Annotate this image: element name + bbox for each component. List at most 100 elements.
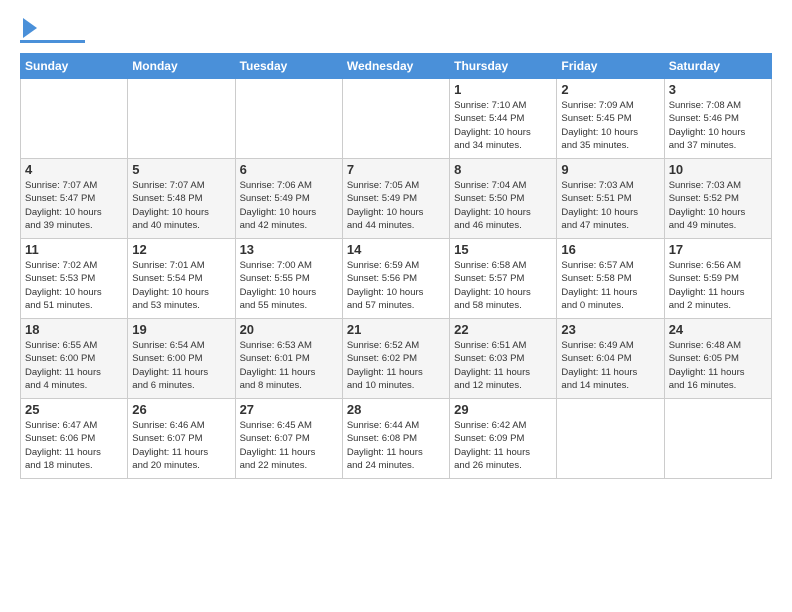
calendar-cell: 4 Sunrise: 7:07 AMSunset: 5:47 PMDaylight… (21, 159, 128, 239)
page-header (20, 20, 772, 43)
day-number: 7 (347, 162, 445, 177)
cell-info: Sunrise: 7:01 AMSunset: 5:54 PMDaylight:… (132, 259, 230, 312)
calendar-cell: 21 Sunrise: 6:52 AMSunset: 6:02 PMDayligh… (342, 319, 449, 399)
calendar-table: SundayMondayTuesdayWednesdayThursdayFrid… (20, 53, 772, 479)
calendar-cell: 3 Sunrise: 7:08 AMSunset: 5:46 PMDaylight… (664, 79, 771, 159)
calendar-cell: 15 Sunrise: 6:58 AMSunset: 5:57 PMDayligh… (450, 239, 557, 319)
logo-arrow-icon (23, 18, 37, 38)
day-number: 24 (669, 322, 767, 337)
day-number: 6 (240, 162, 338, 177)
calendar-cell: 13Sunrise: 7:00 AMSunset: 5:55 PMDayligh… (235, 239, 342, 319)
calendar-cell: 8 Sunrise: 7:04 AMSunset: 5:50 PMDaylight… (450, 159, 557, 239)
cell-info: Sunrise: 7:08 AMSunset: 5:46 PMDaylight:… (669, 99, 767, 152)
cell-info: Sunrise: 6:49 AMSunset: 6:04 PMDaylight:… (561, 339, 659, 392)
calendar-body: 1 Sunrise: 7:10 AMSunset: 5:44 PMDaylight… (21, 79, 772, 479)
day-number: 14 (347, 242, 445, 257)
cell-info: Sunrise: 7:00 AMSunset: 5:55 PMDaylight:… (240, 259, 338, 312)
day-number: 10 (669, 162, 767, 177)
weekday-header-monday: Monday (128, 54, 235, 79)
cell-info: Sunrise: 7:03 AMSunset: 5:51 PMDaylight:… (561, 179, 659, 232)
cell-info: Sunrise: 7:09 AMSunset: 5:45 PMDaylight:… (561, 99, 659, 152)
calendar-cell: 16Sunrise: 6:57 AMSunset: 5:58 PMDayligh… (557, 239, 664, 319)
day-number: 27 (240, 402, 338, 417)
calendar-cell (664, 399, 771, 479)
day-number: 15 (454, 242, 552, 257)
calendar-cell (557, 399, 664, 479)
cell-info: Sunrise: 6:45 AMSunset: 6:07 PMDaylight:… (240, 419, 338, 472)
cell-info: Sunrise: 6:42 AMSunset: 6:09 PMDaylight:… (454, 419, 552, 472)
calendar-cell: 22 Sunrise: 6:51 AMSunset: 6:03 PMDayligh… (450, 319, 557, 399)
cell-info: Sunrise: 6:51 AMSunset: 6:03 PMDaylight:… (454, 339, 552, 392)
cell-info: Sunrise: 7:07 AMSunset: 5:48 PMDaylight:… (132, 179, 230, 232)
calendar-header: SundayMondayTuesdayWednesdayThursdayFrid… (21, 54, 772, 79)
logo-underline (20, 40, 85, 43)
weekday-header-tuesday: Tuesday (235, 54, 342, 79)
cell-info: Sunrise: 6:48 AMSunset: 6:05 PMDaylight:… (669, 339, 767, 392)
calendar-cell: 10 Sunrise: 7:03 AMSunset: 5:52 PMDayligh… (664, 159, 771, 239)
cell-info: Sunrise: 6:46 AMSunset: 6:07 PMDaylight:… (132, 419, 230, 472)
cell-info: Sunrise: 7:07 AMSunset: 5:47 PMDaylight:… (25, 179, 123, 232)
cell-info: Sunrise: 6:52 AMSunset: 6:02 PMDaylight:… (347, 339, 445, 392)
day-number: 22 (454, 322, 552, 337)
cell-info: Sunrise: 7:10 AMSunset: 5:44 PMDaylight:… (454, 99, 552, 152)
calendar-cell: 12 Sunrise: 7:01 AMSunset: 5:54 PMDayligh… (128, 239, 235, 319)
calendar-cell (235, 79, 342, 159)
day-number: 29 (454, 402, 552, 417)
calendar-cell: 1 Sunrise: 7:10 AMSunset: 5:44 PMDaylight… (450, 79, 557, 159)
calendar-cell: 23 Sunrise: 6:49 AMSunset: 6:04 PMDayligh… (557, 319, 664, 399)
cell-info: Sunrise: 6:58 AMSunset: 5:57 PMDaylight:… (454, 259, 552, 312)
calendar-cell: 25 Sunrise: 6:47 AMSunset: 6:06 PMDayligh… (21, 399, 128, 479)
calendar-cell: 7 Sunrise: 7:05 AMSunset: 5:49 PMDaylight… (342, 159, 449, 239)
day-number: 11 (25, 242, 123, 257)
calendar-cell: 19Sunrise: 6:54 AMSunset: 6:00 PMDayligh… (128, 319, 235, 399)
day-number: 23 (561, 322, 659, 337)
calendar-cell: 24 Sunrise: 6:48 AMSunset: 6:05 PMDayligh… (664, 319, 771, 399)
logo (20, 20, 85, 43)
day-number: 28 (347, 402, 445, 417)
calendar-cell: 14 Sunrise: 6:59 AMSunset: 5:56 PMDayligh… (342, 239, 449, 319)
weekday-header-thursday: Thursday (450, 54, 557, 79)
cell-info: Sunrise: 7:04 AMSunset: 5:50 PMDaylight:… (454, 179, 552, 232)
weekday-header-row: SundayMondayTuesdayWednesdayThursdayFrid… (21, 54, 772, 79)
day-number: 1 (454, 82, 552, 97)
cell-info: Sunrise: 7:05 AMSunset: 5:49 PMDaylight:… (347, 179, 445, 232)
weekday-header-wednesday: Wednesday (342, 54, 449, 79)
calendar-cell: 9 Sunrise: 7:03 AMSunset: 5:51 PMDaylight… (557, 159, 664, 239)
cell-info: Sunrise: 6:53 AMSunset: 6:01 PMDaylight:… (240, 339, 338, 392)
calendar-cell: 26Sunrise: 6:46 AMSunset: 6:07 PMDayligh… (128, 399, 235, 479)
calendar-week-row: 1 Sunrise: 7:10 AMSunset: 5:44 PMDaylight… (21, 79, 772, 159)
cell-info: Sunrise: 6:55 AMSunset: 6:00 PMDaylight:… (25, 339, 123, 392)
day-number: 21 (347, 322, 445, 337)
calendar-cell: 17Sunrise: 6:56 AMSunset: 5:59 PMDayligh… (664, 239, 771, 319)
calendar-cell (128, 79, 235, 159)
day-number: 2 (561, 82, 659, 97)
calendar-week-row: 25 Sunrise: 6:47 AMSunset: 6:06 PMDayligh… (21, 399, 772, 479)
cell-info: Sunrise: 6:56 AMSunset: 5:59 PMDaylight:… (669, 259, 767, 312)
calendar-cell: 18 Sunrise: 6:55 AMSunset: 6:00 PMDayligh… (21, 319, 128, 399)
cell-info: Sunrise: 7:02 AMSunset: 5:53 PMDaylight:… (25, 259, 123, 312)
calendar-cell: 28Sunrise: 6:44 AMSunset: 6:08 PMDayligh… (342, 399, 449, 479)
day-number: 9 (561, 162, 659, 177)
day-number: 8 (454, 162, 552, 177)
day-number: 25 (25, 402, 123, 417)
cell-info: Sunrise: 6:54 AMSunset: 6:00 PMDaylight:… (132, 339, 230, 392)
calendar-week-row: 18 Sunrise: 6:55 AMSunset: 6:00 PMDayligh… (21, 319, 772, 399)
cell-info: Sunrise: 7:03 AMSunset: 5:52 PMDaylight:… (669, 179, 767, 232)
day-number: 4 (25, 162, 123, 177)
calendar-cell: 11 Sunrise: 7:02 AMSunset: 5:53 PMDayligh… (21, 239, 128, 319)
calendar-cell: 29 Sunrise: 6:42 AMSunset: 6:09 PMDayligh… (450, 399, 557, 479)
day-number: 12 (132, 242, 230, 257)
cell-info: Sunrise: 6:59 AMSunset: 5:56 PMDaylight:… (347, 259, 445, 312)
day-number: 5 (132, 162, 230, 177)
cell-info: Sunrise: 6:47 AMSunset: 6:06 PMDaylight:… (25, 419, 123, 472)
day-number: 18 (25, 322, 123, 337)
calendar-cell: 5 Sunrise: 7:07 AMSunset: 5:48 PMDaylight… (128, 159, 235, 239)
calendar-cell (21, 79, 128, 159)
logo-text (20, 20, 37, 38)
calendar-cell: 27 Sunrise: 6:45 AMSunset: 6:07 PMDayligh… (235, 399, 342, 479)
day-number: 3 (669, 82, 767, 97)
weekday-header-friday: Friday (557, 54, 664, 79)
day-number: 20 (240, 322, 338, 337)
calendar-cell: 2 Sunrise: 7:09 AMSunset: 5:45 PMDaylight… (557, 79, 664, 159)
calendar-cell: 6Sunrise: 7:06 AMSunset: 5:49 PMDaylight… (235, 159, 342, 239)
